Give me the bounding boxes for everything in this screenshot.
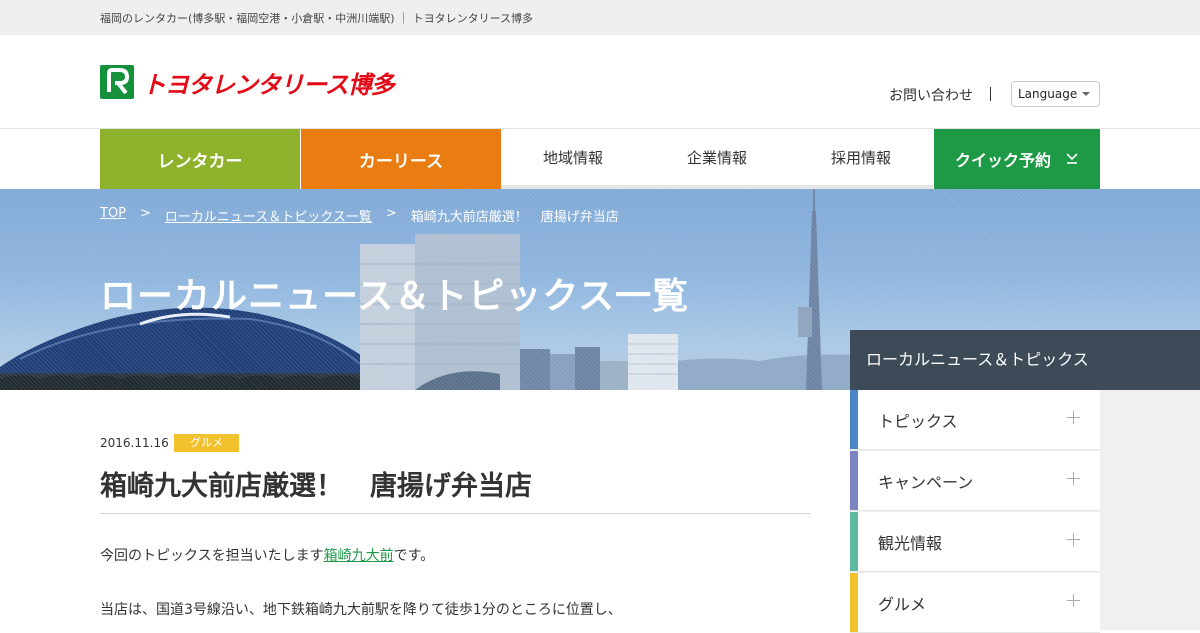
plus-icon — [1067, 411, 1080, 424]
sidebar-item-sightseeing[interactable]: 観光情報 — [850, 512, 1100, 572]
category-color-bar — [850, 390, 858, 449]
store-link[interactable]: 箱崎九大前 — [324, 548, 394, 564]
language-select-label: Language — [1018, 87, 1078, 101]
paragraph-text: 今回のトピックスを担当いたします — [100, 548, 324, 564]
sidebar-item-campaign[interactable]: キャンペーン — [850, 451, 1100, 511]
quick-reserve-label: クイック予約 — [954, 151, 1051, 170]
plus-icon — [1067, 472, 1080, 485]
post-paragraph: 当店は、国道3号線沿い、地下鉄箱崎九大前駅を降りて徒歩1分のところに位置し、 — [100, 602, 622, 618]
caret-down-icon — [1082, 92, 1090, 96]
site-logo[interactable]: トヨタレンタリース博多 — [100, 65, 395, 99]
nav-rentacar[interactable]: レンタカー — [100, 129, 300, 189]
site-tagline: 福岡のレンタカー(博多駅・福岡空港・小倉駅・中洲川端駅) ｜ トヨタレンタリース… — [100, 12, 534, 25]
sidebar-item-topics[interactable]: トピックス — [850, 390, 1100, 450]
paragraph-text: です。 — [393, 548, 435, 564]
logo-wordmark: トヨタレンタリース博多 — [142, 70, 395, 99]
quick-reserve-button[interactable]: クイック予約 — [934, 129, 1100, 189]
breadcrumb-separator: > — [140, 206, 151, 221]
post-title: 箱崎九大前店厳選！ 唐揚げ弁当店 — [100, 471, 532, 502]
category-color-bar — [850, 451, 858, 510]
post-paragraph: 今回のトピックスを担当いたします箱崎九大前です。 — [100, 545, 434, 565]
breadcrumb-current: 箱崎九大前店厳選！ 唐揚げ弁当店 — [410, 210, 619, 225]
breadcrumb-list[interactable]: ローカルニュース＆トピックス一覧 — [165, 206, 372, 225]
chevron-down-icon — [1065, 150, 1079, 169]
sidebar-item-label: トピックス — [878, 411, 958, 431]
category-badge[interactable]: グルメ — [174, 434, 239, 452]
breadcrumb-separator: > — [385, 206, 397, 221]
top-bar: 福岡のレンタカー(博多駅・福岡空港・小倉駅・中洲川端駅) ｜ トヨタレンタリース… — [0, 0, 1200, 35]
nav-recruit-info[interactable]: 採用情報 — [789, 129, 933, 189]
breadcrumb: TOP > ローカルニュース＆トピックス一覧 > 箱崎九大前店厳選！ 唐揚げ弁当… — [100, 206, 619, 225]
sidebar-heading: ローカルニュース＆トピックス — [850, 330, 1200, 390]
nav-carlease[interactable]: カーリース — [301, 129, 501, 189]
post-date: 2016.11.16 — [100, 436, 169, 450]
plus-icon — [1067, 594, 1080, 607]
site-header: トヨタレンタリース博多 お問い合わせ Language — [0, 35, 1200, 129]
language-select[interactable]: Language — [1011, 81, 1100, 107]
main-nav: レンタカー カーリース 地域情報 企業情報 採用情報 クイック予約 — [100, 129, 1100, 189]
nav-corporate-info[interactable]: 企業情報 — [645, 129, 789, 189]
category-color-bar — [850, 573, 858, 632]
nav-area-info[interactable]: 地域情報 — [501, 129, 645, 189]
plus-icon — [1067, 533, 1080, 546]
logo-mark-icon — [100, 65, 134, 99]
breadcrumb-top[interactable]: TOP — [100, 206, 126, 225]
sidebar-item-label: グルメ — [878, 594, 927, 614]
page-title: ローカルニュース＆トピックス一覧 — [100, 276, 690, 317]
sidebar-item-label: キャンペーン — [878, 472, 974, 492]
sidebar-item-gourmet[interactable]: グルメ — [850, 573, 1100, 633]
category-color-bar — [850, 512, 858, 571]
header-divider — [990, 87, 991, 101]
title-divider — [100, 513, 810, 514]
sidebar-item-label: 観光情報 — [878, 533, 943, 553]
contact-link[interactable]: お問い合わせ — [889, 85, 973, 105]
